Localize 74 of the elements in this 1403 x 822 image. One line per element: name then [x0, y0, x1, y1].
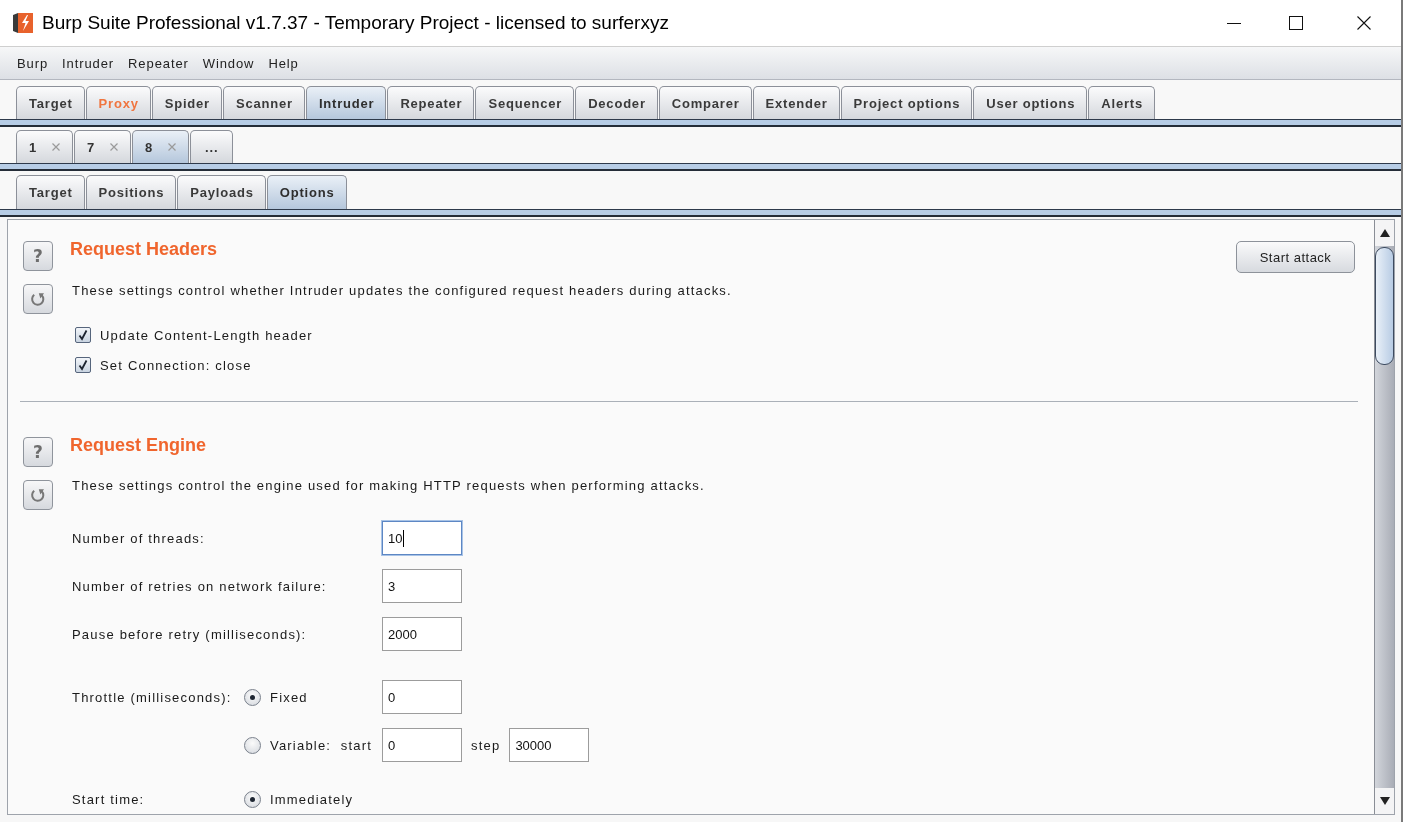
radio-button[interactable] — [244, 736, 261, 754]
circular-arrow-icon — [30, 291, 46, 307]
tab[interactable]: Comparer — [658, 86, 752, 119]
radio-label: Variable: — [270, 737, 332, 753]
field-label: step — [471, 737, 501, 753]
window-title: Burp Suite Professional v1.7.37 - Temporary Project - licensed to surferxyz — [42, 12, 669, 34]
field-label: Throttle (milliseconds): — [72, 689, 233, 705]
field-label: Number of retries on network failure: — [72, 578, 328, 594]
section-description: These settings control whether Intruder updates the configured request headers during attacks. — [72, 283, 732, 299]
input-field[interactable]: 0 — [382, 728, 462, 762]
checkbox[interactable] — [75, 357, 91, 373]
help-button[interactable]: ? — [23, 241, 53, 271]
tab[interactable]: ... — [190, 130, 234, 163]
input-field[interactable]: 30000 — [509, 728, 590, 762]
tab[interactable]: Extender — [752, 86, 840, 119]
input-field[interactable]: 10 — [382, 521, 462, 555]
tab[interactable]: Alerts — [1088, 86, 1155, 119]
tab[interactable]: 1 — [16, 130, 74, 163]
close-icon[interactable] — [110, 143, 119, 151]
help-button[interactable]: ? — [23, 437, 53, 467]
section-title: Request Engine — [70, 435, 207, 455]
tab[interactable]: 8 — [132, 130, 190, 163]
tab[interactable]: Decoder — [575, 86, 658, 119]
start-attack-button[interactable]: Start attack — [1236, 241, 1355, 273]
menu-item[interactable]: Window — [195, 55, 262, 71]
field-label: Number of threads: — [72, 530, 206, 546]
minimize-icon — [1227, 22, 1241, 24]
checkbox-label: Update Content-Length header — [100, 327, 313, 343]
menu-item[interactable]: Intruder — [55, 55, 122, 71]
radio-button[interactable] — [244, 688, 261, 706]
text-cursor-icon — [403, 529, 405, 547]
tab[interactable]: Intruder — [305, 86, 387, 119]
down-triangle-icon — [1379, 797, 1390, 805]
maximize-icon — [1289, 16, 1303, 30]
tab[interactable]: Target — [16, 175, 85, 209]
reset-button[interactable] — [23, 480, 53, 510]
scrollbar-thumb[interactable] — [1375, 247, 1394, 365]
scrollbar[interactable] — [1374, 220, 1394, 814]
radio-label: Immediately — [270, 791, 354, 807]
input-field[interactable]: 3 — [382, 569, 462, 603]
menu-item[interactable]: Help — [261, 55, 306, 71]
tab[interactable]: Spider — [151, 86, 222, 119]
tab[interactable]: Target — [16, 86, 85, 119]
tab[interactable]: Options — [266, 175, 347, 209]
menu-item[interactable]: Repeater — [121, 55, 196, 71]
tab[interactable]: Sequencer — [475, 86, 575, 119]
field-label: Pause before retry (milliseconds): — [72, 626, 308, 642]
checkbox[interactable] — [75, 327, 91, 343]
close-icon[interactable] — [52, 143, 61, 151]
radio-label: Fixed — [270, 689, 308, 705]
tab[interactable]: Payloads — [177, 175, 266, 209]
field-label: start — [340, 737, 372, 753]
close-icon — [1357, 16, 1371, 30]
radio-button[interactable] — [244, 790, 261, 808]
tab[interactable]: Scanner — [223, 86, 305, 119]
close-icon[interactable] — [168, 143, 177, 151]
checkbox-label: Set Connection: close — [100, 357, 252, 373]
section-description: These settings control the engine used for making HTTP requests when performing attacks. — [72, 478, 705, 494]
reset-button[interactable] — [23, 284, 53, 314]
scroll-down-button[interactable] — [1375, 788, 1394, 814]
tab[interactable]: Repeater — [387, 86, 475, 119]
tab[interactable]: Project options — [840, 86, 973, 119]
tab[interactable]: User options — [973, 86, 1088, 119]
section-title: Request Headers — [70, 239, 218, 259]
scroll-up-button[interactable] — [1375, 220, 1394, 246]
up-triangle-icon — [1379, 229, 1390, 237]
tab[interactable]: Positions — [85, 175, 177, 209]
field-label: Start time: — [72, 791, 146, 807]
circular-arrow-icon — [30, 487, 46, 503]
tab[interactable]: 7 — [74, 130, 132, 163]
app-logo-icon — [12, 12, 34, 34]
input-field[interactable]: 0 — [382, 680, 462, 714]
input-field[interactable]: 2000 — [382, 617, 462, 651]
menu-item[interactable]: Burp — [10, 55, 56, 71]
